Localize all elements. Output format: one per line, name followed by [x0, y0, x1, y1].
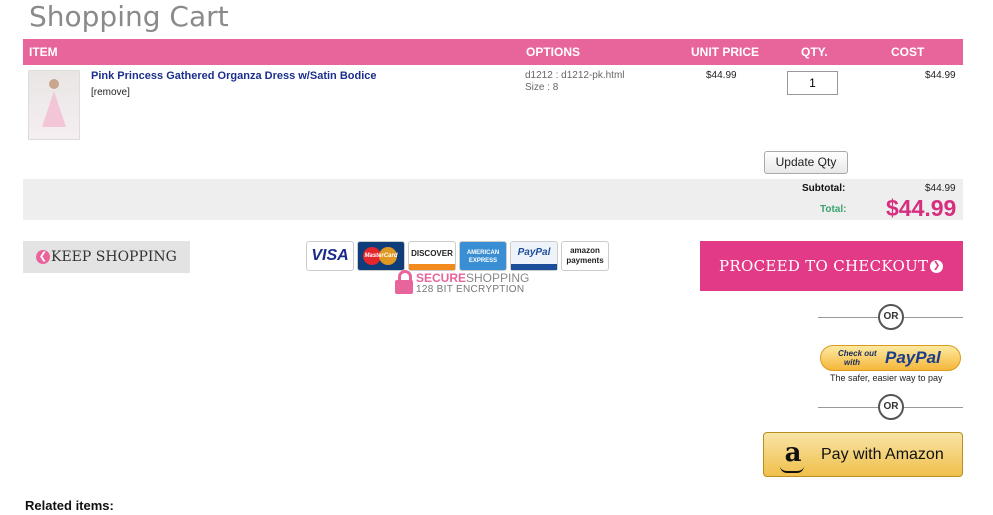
amex-label: AMERICAN EXPRESS	[466, 250, 500, 264]
secure-word: SECURE	[416, 271, 467, 285]
total-value: $44.99	[886, 195, 957, 221]
amazon-smile-mark	[780, 466, 804, 473]
paypal-card-label: PayPal	[517, 247, 551, 258]
cart-table-header: ITEM OPTIONS UNIT PRICE QTY. COST	[23, 39, 963, 65]
paypal-line1: Check out	[838, 349, 877, 358]
paypal-card-stripe	[511, 264, 557, 270]
option-size: Size : 8	[525, 82, 559, 93]
lock-body	[395, 280, 413, 294]
paypal-checkout-button[interactable]: Check out with PayPal	[820, 345, 961, 371]
secure-shopping-title: SECURESHOPPING	[416, 271, 529, 285]
pay-with-amazon-button[interactable]: a Pay with Amazon	[763, 432, 963, 477]
discover-stripe	[409, 264, 455, 270]
header-unit-price: UNIT PRICE	[691, 45, 760, 59]
quantity-input[interactable]	[787, 71, 838, 95]
discover-label: DISCOVER	[411, 249, 453, 258]
header-cost: COST	[891, 45, 925, 59]
keep-shopping-label: KEEP SHOPPING	[51, 249, 177, 265]
shopping-word: SHOPPING	[466, 271, 530, 285]
or-badge: OR	[878, 394, 904, 420]
paypal-line2: with	[844, 358, 860, 367]
header-options: OPTIONS	[526, 45, 581, 59]
mastercard-label: MasterCard	[364, 253, 398, 259]
proceed-label: PROCEED TO CHECKOUT	[719, 257, 929, 275]
thumbnail-dress-shape	[42, 91, 66, 127]
paypal-checkout-text: Check out with	[838, 349, 877, 367]
amex-card: AMERICAN EXPRESS	[459, 241, 507, 271]
product-name-link[interactable]: Pink Princess Gathered Organza Dress w/S…	[91, 70, 377, 82]
subtotal-value: $44.99	[925, 183, 956, 194]
lock-icon	[395, 270, 413, 294]
unit-price: $44.99	[706, 70, 737, 81]
chevron-right-circle-icon: ❯	[930, 260, 943, 273]
visa-card: VISA	[306, 241, 354, 271]
subtotal-label: Subtotal:	[802, 183, 846, 194]
paypal-tagline: The safer, easier way to pay	[830, 373, 943, 383]
total-label: Total:	[820, 204, 847, 215]
thumbnail-head-shape	[49, 79, 59, 89]
header-qty: QTY.	[801, 45, 828, 59]
keep-shopping-button[interactable]: ❮ KEEP SHOPPING	[23, 241, 190, 273]
amazon-payments-card: amazon payments	[561, 241, 609, 271]
mastercard-card: MasterCard	[357, 241, 405, 271]
amazon-payments-label: amazon payments	[566, 246, 604, 265]
visa-label: VISA	[311, 247, 349, 264]
option-code: d1212 : d1212-pk.html	[525, 70, 625, 81]
proceed-to-checkout-button[interactable]: PROCEED TO CHECKOUT ❯	[700, 241, 963, 291]
chevron-left-circle-icon: ❮	[36, 250, 50, 264]
related-items-heading: Related items:	[25, 498, 114, 513]
header-item: ITEM	[29, 45, 58, 59]
paypal-brand: PayPal	[885, 348, 941, 367]
discover-card: DISCOVER	[408, 241, 456, 271]
line-cost: $44.99	[925, 70, 956, 81]
amazon-label: Pay with Amazon	[821, 446, 944, 463]
encryption-label: 128 BIT ENCRYPTION	[416, 284, 525, 295]
or-badge: OR	[878, 304, 904, 330]
page-title: Shopping Cart	[29, 0, 229, 33]
product-thumbnail[interactable]	[28, 70, 80, 140]
update-qty-button[interactable]: Update Qty	[764, 151, 848, 174]
paypal-card: PayPal	[510, 241, 558, 271]
remove-link[interactable]: [remove]	[91, 87, 130, 98]
